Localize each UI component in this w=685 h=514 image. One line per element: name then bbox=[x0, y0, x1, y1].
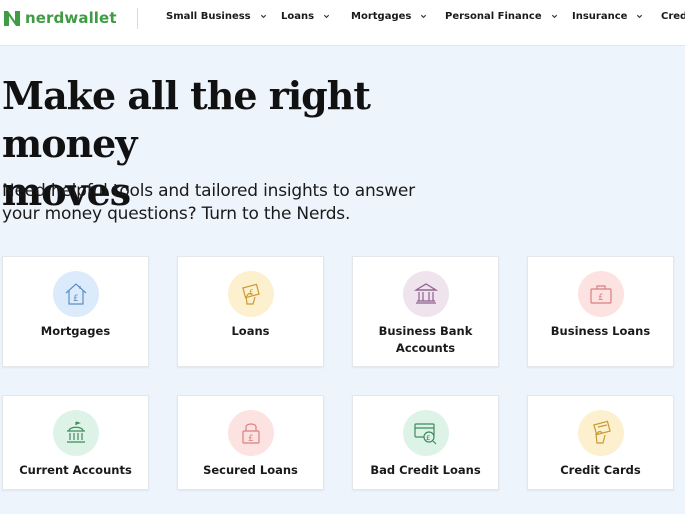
card-label: Business Bank Accounts bbox=[357, 323, 494, 357]
card-credit-cards[interactable]: Credit Cards bbox=[527, 395, 674, 490]
card-icon-circle: £ bbox=[402, 410, 449, 456]
house-pound-icon: £ bbox=[65, 283, 86, 305]
page-subtitle-line-2: your money questions? Turn to the Nerds. bbox=[2, 204, 351, 224]
card-label: Mortgages bbox=[40, 324, 111, 338]
card-label: Current Accounts bbox=[19, 463, 132, 477]
page-subtitle: Need helpful tools and tailored insights… bbox=[2, 180, 442, 226]
card-icon-circle bbox=[52, 410, 99, 456]
card-label: Loans bbox=[231, 324, 270, 338]
chevron-down-icon bbox=[260, 14, 266, 19]
svg-text:£: £ bbox=[598, 293, 604, 303]
nav-item-label: Loans bbox=[281, 11, 315, 22]
card-label: Business Loans bbox=[550, 324, 651, 338]
nav-item-insurance[interactable]: Insurance bbox=[572, 11, 643, 22]
padlock-pound-icon: £ bbox=[241, 423, 260, 444]
nav-item-label: Insurance bbox=[572, 11, 628, 22]
svg-text:£: £ bbox=[426, 434, 430, 442]
card-business-loans[interactable]: £ Business Loans bbox=[527, 256, 674, 367]
nav-item-credit-cards[interactable]: Cred bbox=[661, 11, 685, 22]
card-icon-circle: £ bbox=[227, 410, 274, 456]
card-label: Secured Loans bbox=[203, 463, 298, 477]
bank-building-icon bbox=[413, 283, 438, 304]
briefcase-pound-icon: £ bbox=[589, 285, 612, 304]
card-icon-circle bbox=[402, 271, 449, 317]
nav-item-label: Small Business bbox=[166, 11, 251, 22]
card-label-line-1: Business Bank bbox=[378, 324, 473, 338]
nav-item-mortgages[interactable]: Mortgages bbox=[351, 11, 427, 22]
card-label: Bad Credit Loans bbox=[370, 463, 481, 477]
card-secured-loans[interactable]: £ Secured Loans bbox=[177, 395, 324, 490]
chevron-down-icon bbox=[637, 14, 643, 19]
card-loans[interactable]: £ Loans bbox=[177, 256, 324, 367]
svg-text:£: £ bbox=[73, 294, 79, 304]
nav-item-label: Cred bbox=[661, 11, 685, 22]
card-icon-circle bbox=[577, 410, 624, 456]
card-label: Credit Cards bbox=[560, 463, 641, 477]
svg-text:£: £ bbox=[248, 434, 254, 444]
page-title-line-1: Make all the right money bbox=[2, 73, 371, 166]
nav-item-personal-finance[interactable]: Personal Finance bbox=[445, 11, 558, 22]
credit-card-pound-icon: £ bbox=[413, 423, 436, 445]
site-header: nerdwallet Small Business Loans Mortgage… bbox=[0, 0, 685, 46]
nav-item-label: Mortgages bbox=[351, 11, 412, 22]
svg-text:£: £ bbox=[249, 288, 253, 296]
card-current-accounts[interactable]: Current Accounts bbox=[2, 395, 149, 490]
chevron-down-icon bbox=[551, 14, 557, 19]
main-nav: Small Business Loans Mortgages Personal … bbox=[0, 0, 685, 36]
page-subtitle-line-1: Need helpful tools and tailored insights… bbox=[2, 181, 415, 201]
card-icon-circle: £ bbox=[577, 271, 624, 317]
hand-card-icon bbox=[592, 420, 611, 444]
card-bad-credit-loans[interactable]: £ Bad Credit Loans bbox=[352, 395, 499, 490]
nav-item-loans[interactable]: Loans bbox=[281, 11, 330, 22]
card-icon-circle: £ bbox=[52, 271, 99, 317]
nav-item-small-business[interactable]: Small Business bbox=[166, 11, 267, 22]
chevron-down-icon bbox=[323, 14, 330, 19]
card-label-line-2: Accounts bbox=[395, 341, 456, 355]
card-icon-circle: £ bbox=[227, 271, 274, 317]
chevron-down-icon bbox=[421, 14, 427, 19]
card-mortgages[interactable]: £ Mortgages bbox=[2, 256, 149, 367]
card-business-bank-accounts[interactable]: Business Bank Accounts bbox=[352, 256, 499, 367]
bank-dome-icon bbox=[66, 421, 85, 443]
nav-item-label: Personal Finance bbox=[445, 11, 542, 22]
hand-pound-icon: £ bbox=[241, 283, 260, 305]
